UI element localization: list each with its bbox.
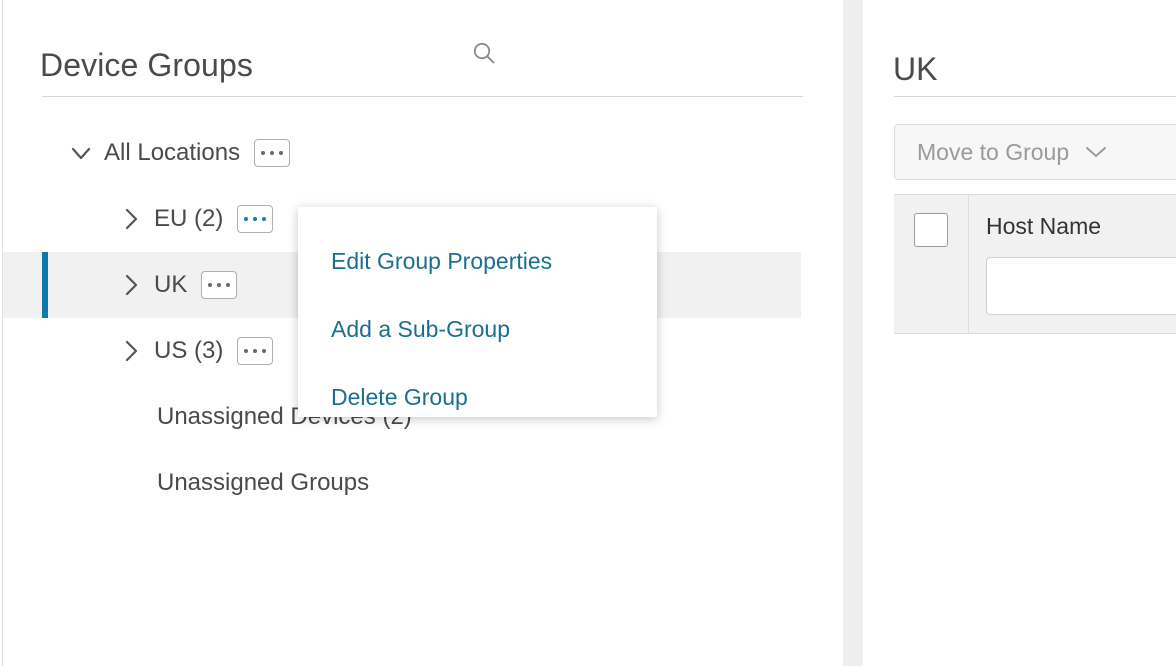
table-column-select-all [894,195,969,333]
detail-header-divider [894,96,1176,97]
page-title: Device Groups [40,47,253,84]
chevron-right-icon[interactable] [118,206,144,232]
host-name-filter-input[interactable] [986,257,1176,315]
move-to-group-label: Move to Group [917,138,1070,165]
ellipsis-dot [244,217,249,221]
panel-gutter [843,0,863,666]
ellipsis-dot [253,349,258,353]
tree-item-label: All Locations [104,139,241,166]
detail-panel-title: UK [893,50,938,87]
ellipsis-dot [262,217,267,221]
ellipsis-dot [270,151,275,155]
device-groups-screen: Device Groups All Locations EU (2) UK US (3… [0,0,1176,666]
device-table-body [894,334,1176,666]
ellipsis-menu-icon[interactable] [237,205,274,233]
ellipsis-menu-icon[interactable] [237,337,274,365]
tree-item-unassigned-groups[interactable]: Unassigned Groups [3,450,843,516]
chevron-down-icon [1083,144,1109,160]
menu-item-delete-group[interactable]: Delete Group [298,363,657,431]
ellipsis-dot [208,283,213,287]
tree-item-label: Unassigned Groups [157,469,370,496]
tree-item-label: EU (2) [154,205,224,232]
device-table-header: Host Name [894,194,1176,334]
menu-item-edit-group-properties[interactable]: Edit Group Properties [298,227,657,295]
chevron-right-icon[interactable] [118,272,144,298]
ellipsis-menu-icon[interactable] [254,139,291,167]
tree-item-label: US (3) [154,337,224,364]
tree-item-label: UK [154,271,188,298]
chevron-right-icon[interactable] [118,338,144,364]
ellipsis-dot [226,283,231,287]
ellipsis-dot [279,151,284,155]
chevron-down-icon[interactable] [68,140,94,166]
header-divider [42,96,803,97]
ellipsis-dot [253,217,258,221]
menu-item-add-sub-group[interactable]: Add a Sub-Group [298,295,657,363]
ellipsis-dot [261,151,266,155]
table-column-host-name: Host Name [969,195,1176,333]
search-icon[interactable] [463,32,505,74]
move-to-group-button[interactable]: Move to Group [894,124,1176,180]
ellipsis-dot [262,349,267,353]
group-context-menu[interactable]: Edit Group Properties Add a Sub-Group Dele… [298,207,657,417]
select-all-checkbox[interactable] [914,213,948,247]
device-groups-header: Device Groups [3,0,843,97]
ellipsis-dot [244,349,249,353]
tree-item-all-locations[interactable]: All Locations [3,120,843,186]
ellipsis-dot [217,283,222,287]
column-header-label: Host Name [986,213,1102,239]
group-detail-panel: UK Move to Group Host Name [863,0,1176,666]
ellipsis-menu-icon[interactable] [201,271,238,299]
